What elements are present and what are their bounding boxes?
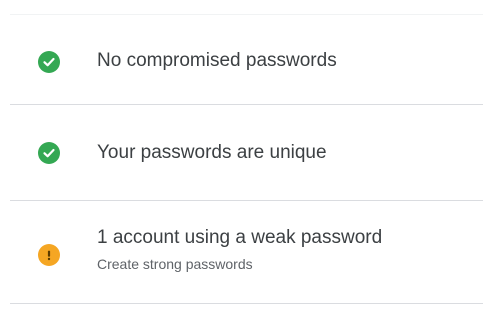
check-subtitle: Create strong passwords xyxy=(97,256,253,272)
divider xyxy=(10,200,483,201)
divider xyxy=(10,14,483,15)
password-checkup-panel: No compromised passwords Your passwords … xyxy=(0,0,483,312)
divider xyxy=(10,104,483,105)
check-row-weak[interactable]: 1 account using a weak password Create s… xyxy=(0,208,483,296)
check-title: No compromised passwords xyxy=(97,50,337,71)
check-row-compromised[interactable]: No compromised passwords xyxy=(0,22,483,100)
check-circle-icon xyxy=(38,142,60,164)
check-circle-icon xyxy=(38,51,60,73)
divider xyxy=(10,303,483,304)
warning-circle-icon xyxy=(38,244,60,266)
check-row-unique[interactable]: Your passwords are unique xyxy=(0,112,483,192)
check-title: 1 account using a weak password xyxy=(97,227,383,248)
check-title: Your passwords are unique xyxy=(97,142,327,163)
